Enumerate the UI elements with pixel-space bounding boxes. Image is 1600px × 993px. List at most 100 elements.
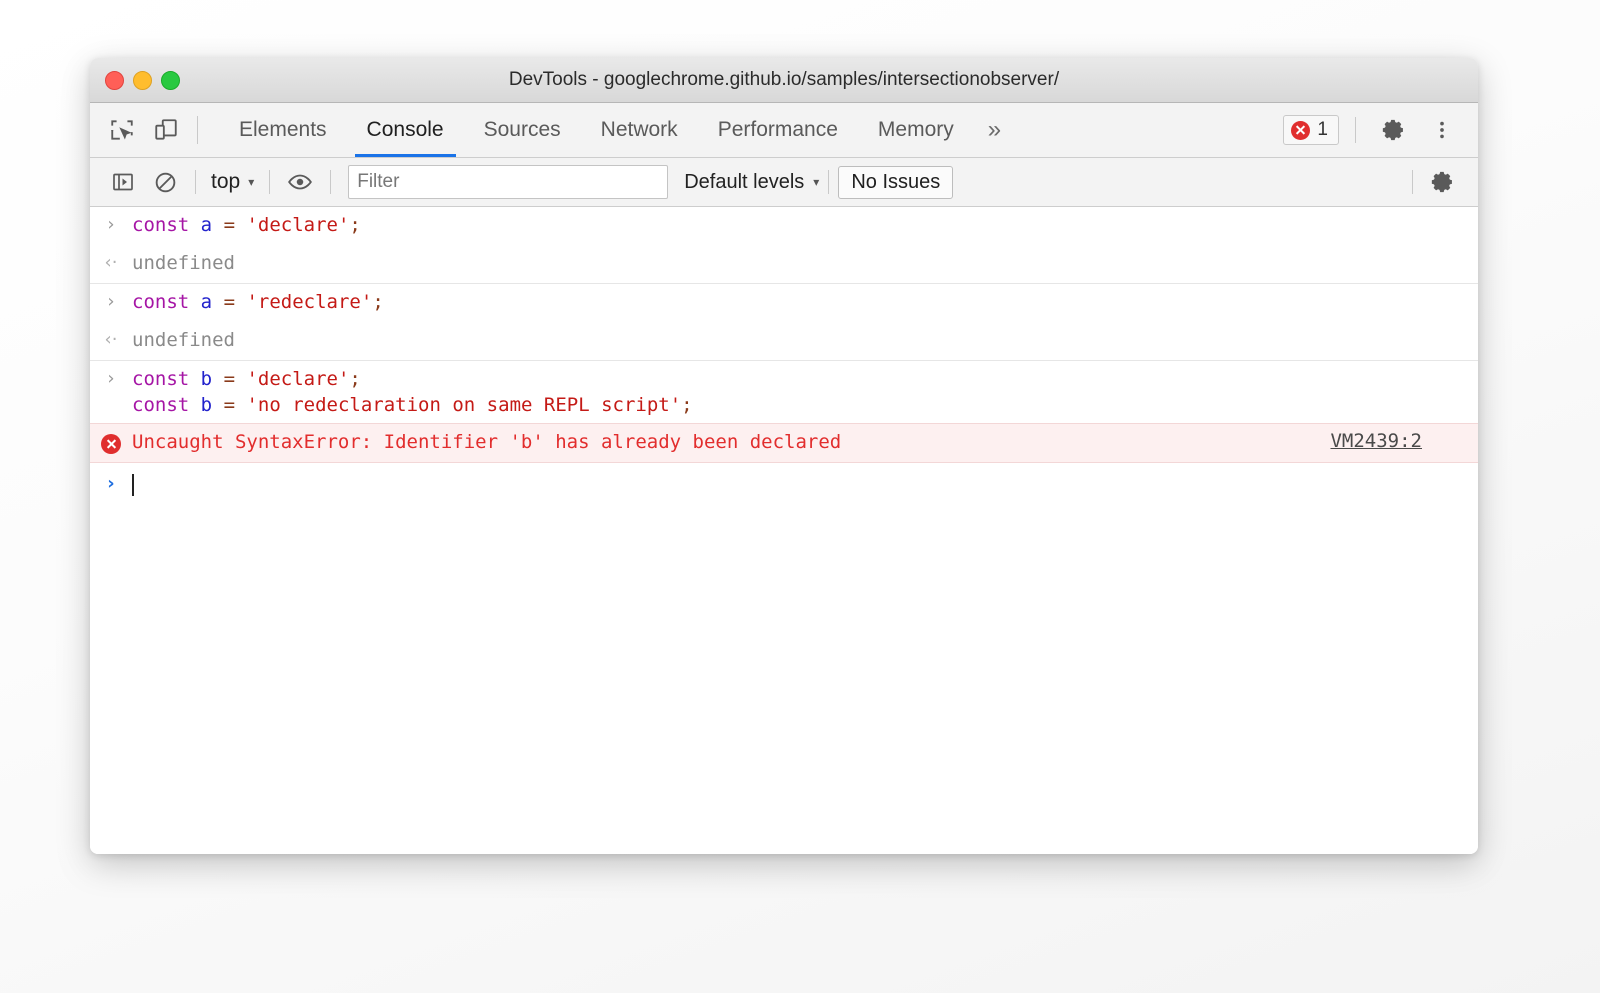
inspect-element-icon[interactable] <box>100 103 144 157</box>
code-token: ; <box>372 291 384 313</box>
console-prompt-input[interactable] <box>132 471 1478 497</box>
code-token: const <box>132 291 190 313</box>
chevron-down-icon: ▾ <box>248 175 255 189</box>
code-token: = <box>223 291 236 313</box>
output-chevron-icon: ‹· <box>90 250 132 273</box>
devtools-window: DevTools - googlechrome.github.io/sample… <box>90 58 1478 854</box>
devtools-tabbar: Elements Console Sources Network Perform… <box>90 103 1478 158</box>
console-toolbar: top ▾ Default levels ▾ No Issues <box>90 158 1478 207</box>
code-token: a <box>200 291 213 313</box>
input-chevron-icon: › <box>90 289 132 312</box>
code-token: const <box>132 368 190 390</box>
console-output-value: undefined <box>132 329 235 351</box>
window-titlebar: DevTools - googlechrome.github.io/sample… <box>90 58 1478 103</box>
panel-tabs: Elements Console Sources Network Perform… <box>219 103 1015 157</box>
console-input-code: const a = 'declare'; <box>132 212 1478 238</box>
log-levels-label: Default levels <box>684 170 805 193</box>
console-error-message: Uncaught SyntaxError: Identifier 'b' has… <box>132 431 842 453</box>
tabbar-divider <box>197 116 198 144</box>
code-token: 'no redeclaration on same REPL script' <box>246 394 682 416</box>
window-title: DevTools - googlechrome.github.io/sample… <box>508 69 1060 90</box>
code-token: = <box>223 394 236 416</box>
tab-elements[interactable]: Elements <box>219 103 347 157</box>
console-sidebar-icon[interactable] <box>102 161 144 203</box>
console-output-value: undefined <box>132 252 235 274</box>
device-toolbar-icon[interactable] <box>144 103 188 157</box>
console-row-output: ‹· undefined <box>90 245 1478 284</box>
code-token: = <box>223 214 236 236</box>
prompt-chevron-icon: › <box>90 471 132 494</box>
console-input-code: const b = 'declare'; const b = 'no redec… <box>132 366 1478 418</box>
tab-console[interactable]: Console <box>347 103 464 157</box>
console-message-list[interactable]: › const a = 'declare'; ‹· undefined › const a… <box>90 207 1478 854</box>
code-token: const <box>132 394 190 416</box>
chevron-left-icon: ‹· <box>104 252 118 273</box>
input-chevron-icon: › <box>90 366 132 389</box>
code-token: 'redeclare' <box>246 291 373 313</box>
console-toolbar-divider-5 <box>1412 170 1413 194</box>
more-vertical-icon[interactable] <box>1420 117 1464 143</box>
traffic-lights <box>105 70 180 90</box>
console-toolbar-divider-4 <box>828 170 830 194</box>
code-token: b <box>200 394 213 416</box>
console-row-input: › const a = 'redeclare'; <box>90 284 1478 322</box>
execution-context-label: top <box>211 170 241 193</box>
console-row-error: Uncaught SyntaxError: Identifier 'b' has… <box>90 423 1478 463</box>
more-tabs-icon[interactable]: » <box>974 103 1015 157</box>
code-token: a <box>200 214 213 236</box>
console-row-input: › const a = 'declare'; <box>90 207 1478 245</box>
filter-input[interactable] <box>348 165 669 199</box>
gear-icon[interactable] <box>1372 117 1416 143</box>
error-circle-icon <box>1291 120 1311 140</box>
console-row-prompt[interactable]: › <box>90 463 1478 504</box>
error-count-badge[interactable]: 1 <box>1283 115 1339 145</box>
close-window-button[interactable] <box>105 70 124 90</box>
zoom-window-button[interactable] <box>161 70 180 90</box>
screen-root: DevTools - googlechrome.github.io/sample… <box>0 0 1600 993</box>
error-icon-cell <box>90 429 132 454</box>
tab-sources[interactable]: Sources <box>464 103 581 157</box>
code-token: = <box>223 368 236 390</box>
error-count-label: 1 <box>1317 119 1328 140</box>
code-token: b <box>200 368 213 390</box>
tabbar-right-divider <box>1355 117 1356 143</box>
console-input-code: const a = 'redeclare'; <box>132 289 1478 315</box>
code-token: 'declare' <box>246 368 350 390</box>
log-levels-selector[interactable]: Default levels ▾ <box>684 171 819 194</box>
live-expression-eye-icon[interactable] <box>279 161 321 203</box>
tab-memory[interactable]: Memory <box>858 103 974 157</box>
error-circle-icon <box>101 434 121 454</box>
code-token: ; <box>681 394 693 416</box>
clear-console-icon[interactable] <box>144 161 186 203</box>
chevron-right-icon: › <box>107 368 115 389</box>
console-toolbar-divider-1 <box>195 170 196 194</box>
tab-network[interactable]: Network <box>581 103 698 157</box>
chevron-down-icon: ▾ <box>813 175 820 189</box>
console-toolbar-right <box>1403 161 1464 203</box>
chevron-right-icon: › <box>107 473 115 494</box>
code-token: ; <box>349 368 361 390</box>
input-chevron-icon: › <box>90 212 132 235</box>
issues-button[interactable]: No Issues <box>838 165 954 199</box>
output-chevron-icon: ‹· <box>90 327 132 350</box>
chevron-right-icon: › <box>107 291 115 312</box>
execution-context-selector[interactable]: top ▾ <box>205 170 260 194</box>
text-cursor <box>132 474 134 496</box>
minimize-window-button[interactable] <box>133 70 152 90</box>
console-row-output: ‹· undefined <box>90 322 1478 361</box>
console-settings-gear-icon[interactable] <box>1422 161 1464 203</box>
chevron-left-icon: ‹· <box>104 329 118 350</box>
tab-performance[interactable]: Performance <box>698 103 858 157</box>
error-source-link[interactable]: VM2439:2 <box>1330 430 1422 452</box>
console-toolbar-divider-2 <box>269 170 271 194</box>
